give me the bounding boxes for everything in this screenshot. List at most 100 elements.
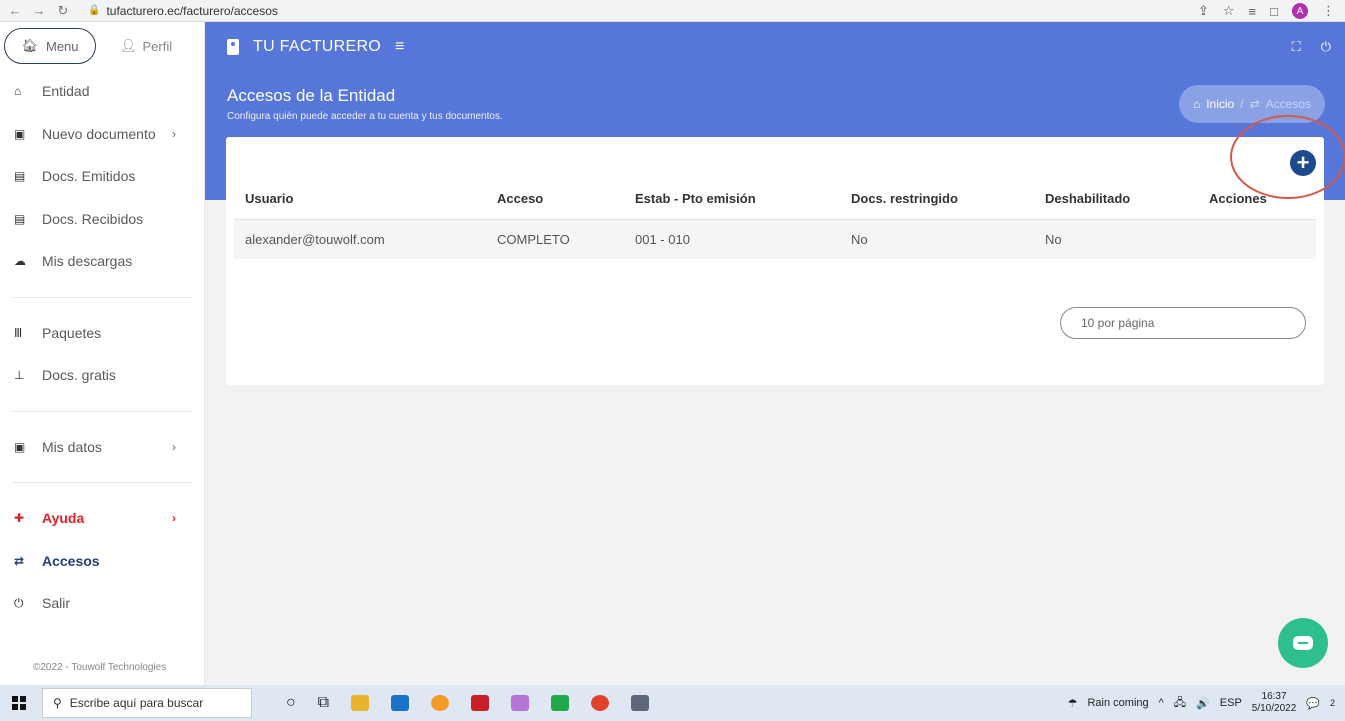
sidebar-item-salir[interactable]: ⏻ Salir bbox=[0, 582, 204, 625]
sidebar-item-mis-descargas[interactable]: ☁ Mis descargas bbox=[0, 240, 204, 283]
wps-office-icon[interactable] bbox=[471, 695, 490, 711]
taskbar-search-placeholder: Escribe aquí para buscar bbox=[69, 696, 204, 710]
reading-list-icon[interactable]: ≡ bbox=[1249, 4, 1257, 19]
tab-icon[interactable]: □ bbox=[1270, 4, 1278, 19]
network-icon[interactable]: 🖧 bbox=[1174, 694, 1186, 713]
perfil-tab[interactable]: 👤︎ Perfil bbox=[120, 38, 172, 54]
sidebar-item-docs-gratis[interactable]: ⊥ Docs. gratis bbox=[0, 354, 204, 397]
weather-text[interactable]: Rain coming bbox=[1087, 697, 1148, 709]
exchange-icon: ⇄ bbox=[14, 553, 25, 568]
sidebar-item-nuevo-documento[interactable]: ▣ Nuevo documento › bbox=[0, 113, 204, 156]
home-icon: 🏠︎ bbox=[21, 38, 38, 53]
profile-avatar[interactable]: A bbox=[1292, 3, 1308, 19]
more-icon[interactable]: ⋮ bbox=[1322, 3, 1335, 19]
breadcrumb-separator: / bbox=[1240, 97, 1244, 111]
hamburger-menu-icon[interactable]: ≡ bbox=[395, 38, 404, 56]
page-subtitle: Configura quién puede acceder a tu cuent… bbox=[227, 111, 503, 122]
cortana-icon[interactable]: ○ bbox=[286, 694, 296, 712]
cell-deshabilitado: No bbox=[1034, 219, 1198, 259]
page-title: Accesos de la Entidad bbox=[227, 86, 396, 105]
column-header: Usuario bbox=[234, 179, 486, 220]
clock[interactable]: 16:37 5/10/2022 bbox=[1252, 691, 1297, 715]
chat-button[interactable] bbox=[1278, 618, 1328, 668]
weather-icon: ☂ bbox=[1067, 697, 1078, 710]
sidebar-item-docs-emitidos[interactable]: ▤ Docs. Emitidos bbox=[0, 155, 204, 198]
search-icon: ⚲ bbox=[53, 696, 62, 710]
sidebar-item-label: Salir bbox=[42, 595, 71, 612]
column-header: Acciones bbox=[1198, 179, 1316, 220]
fullscreen-icon[interactable]: ⛶ bbox=[1292, 39, 1301, 55]
browser-toolbar: ← → ↻ 🔒 tufacturero.ec/facturero/accesos… bbox=[0, 0, 1345, 22]
back-icon[interactable]: ← bbox=[6, 3, 24, 18]
column-header: Docs. restringido bbox=[840, 179, 1034, 220]
share-icon[interactable]: ⇪ bbox=[1198, 3, 1209, 19]
sidebar: 🏠︎ Menu 👤︎ Perfil ⌂ Entidad ▣ Nuevo docu… bbox=[0, 22, 205, 685]
sidebar-item-docs-recibidos[interactable]: ▤ Docs. Recibidos bbox=[0, 198, 204, 241]
power-icon[interactable]: ⏻ bbox=[1321, 39, 1331, 55]
copyright-text: ©2022 - Touwolf Technologies bbox=[33, 662, 167, 673]
exchange-icon: ⇄ bbox=[1249, 97, 1260, 111]
cell-acciones bbox=[1198, 219, 1316, 259]
task-view-icon[interactable]: ⧉ bbox=[318, 694, 329, 712]
home-icon: ⌂ bbox=[14, 84, 22, 99]
table-header-row: Usuario Acceso Estab - Pto emisión Docs.… bbox=[234, 179, 1316, 220]
snipping-tool-icon[interactable] bbox=[511, 695, 530, 711]
cell-estab: 001 - 010 bbox=[624, 219, 840, 259]
sidebar-divider bbox=[12, 482, 192, 483]
browser-app-icon[interactable] bbox=[431, 695, 450, 711]
sidebar-item-label: Accesos bbox=[42, 552, 100, 569]
sidebar-item-label: Nuevo documento bbox=[42, 125, 156, 142]
notifications-icon[interactable]: 💬 bbox=[1306, 697, 1320, 710]
reload-icon[interactable]: ↻ bbox=[54, 3, 72, 19]
sidebar-item-label: Entidad bbox=[42, 83, 90, 100]
sidebar-item-mis-datos[interactable]: ▣ Mis datos › bbox=[0, 426, 204, 469]
sidebar-item-entidad[interactable]: ⌂ Entidad bbox=[0, 70, 204, 113]
sidebar-item-accesos[interactable]: ⇄ Accesos bbox=[0, 540, 204, 583]
chat-icon bbox=[1293, 636, 1313, 650]
sidebar-item-paquetes[interactable]: Ⅲ Paquetes bbox=[0, 312, 204, 355]
calculator-icon[interactable] bbox=[631, 695, 650, 711]
power-icon: ⏻ bbox=[14, 595, 24, 610]
chevron-up-icon[interactable]: ^ bbox=[1159, 697, 1164, 709]
sidebar-item-label: Ayuda bbox=[42, 510, 85, 527]
sidebar-item-ayuda[interactable]: ✚ Ayuda › bbox=[0, 497, 204, 540]
breadcrumb-home[interactable]: Inicio bbox=[1206, 97, 1234, 111]
cell-docs-restringido: No bbox=[840, 219, 1034, 259]
column-header: Deshabilitado bbox=[1034, 179, 1198, 220]
page-size-select[interactable]: 10 por página bbox=[1060, 307, 1306, 339]
plus-square-icon: ▣ bbox=[14, 439, 26, 454]
plus-square-icon: ▣ bbox=[14, 126, 26, 141]
volume-icon[interactable]: 🔊 bbox=[1196, 697, 1210, 710]
chrome-icon[interactable] bbox=[591, 695, 610, 711]
mail-icon[interactable] bbox=[391, 695, 410, 711]
sidebar-divider bbox=[12, 296, 192, 298]
sidebar-item-label: Mis datos bbox=[42, 438, 102, 455]
forward-icon[interactable]: → bbox=[30, 3, 48, 18]
breadcrumb-current: Accesos bbox=[1265, 97, 1311, 111]
menu-tab[interactable]: 🏠︎ Menu bbox=[4, 28, 96, 64]
windows-start-icon[interactable] bbox=[12, 696, 26, 710]
accesses-card: + Usuario Acceso Estab - Pto emisión Doc… bbox=[226, 115, 1345, 385]
cell-acceso: COMPLETO bbox=[486, 219, 624, 259]
perfil-tab-label: Perfil bbox=[142, 38, 173, 54]
top-app-bar: TU FACTURERO ≡ ⛶ ⏻ bbox=[205, 22, 1345, 72]
breadcrumb-home-icon: ⌂ bbox=[1192, 97, 1201, 111]
notification-count: 2 bbox=[1329, 698, 1335, 708]
brand-title: TU FACTURERO bbox=[253, 38, 382, 55]
language-indicator[interactable]: ESP bbox=[1220, 697, 1242, 709]
star-icon[interactable]: ☆ bbox=[1223, 3, 1235, 19]
chevron-right-icon: › bbox=[172, 511, 176, 526]
clock-time: 16:37 bbox=[1261, 691, 1287, 702]
file-explorer-icon[interactable] bbox=[351, 695, 370, 711]
column-header: Acceso bbox=[486, 179, 624, 220]
address-bar[interactable]: 🔒 tufacturero.ec/facturero/accesos bbox=[88, 4, 278, 18]
taskbar-search[interactable]: ⚲ Escribe aquí para buscar bbox=[42, 688, 252, 718]
chat-app-icon[interactable] bbox=[551, 695, 570, 711]
help-icon: ✚ bbox=[14, 511, 25, 526]
sidebar-item-label: Mis descargas bbox=[42, 253, 133, 270]
table-row[interactable]: alexander@touwolf.com COMPLETO 001 - 010… bbox=[234, 219, 1316, 259]
logo-icon bbox=[227, 39, 239, 55]
add-access-button[interactable]: + bbox=[1290, 150, 1316, 176]
chevron-right-icon: › bbox=[172, 439, 176, 454]
sidebar-divider bbox=[12, 410, 192, 412]
